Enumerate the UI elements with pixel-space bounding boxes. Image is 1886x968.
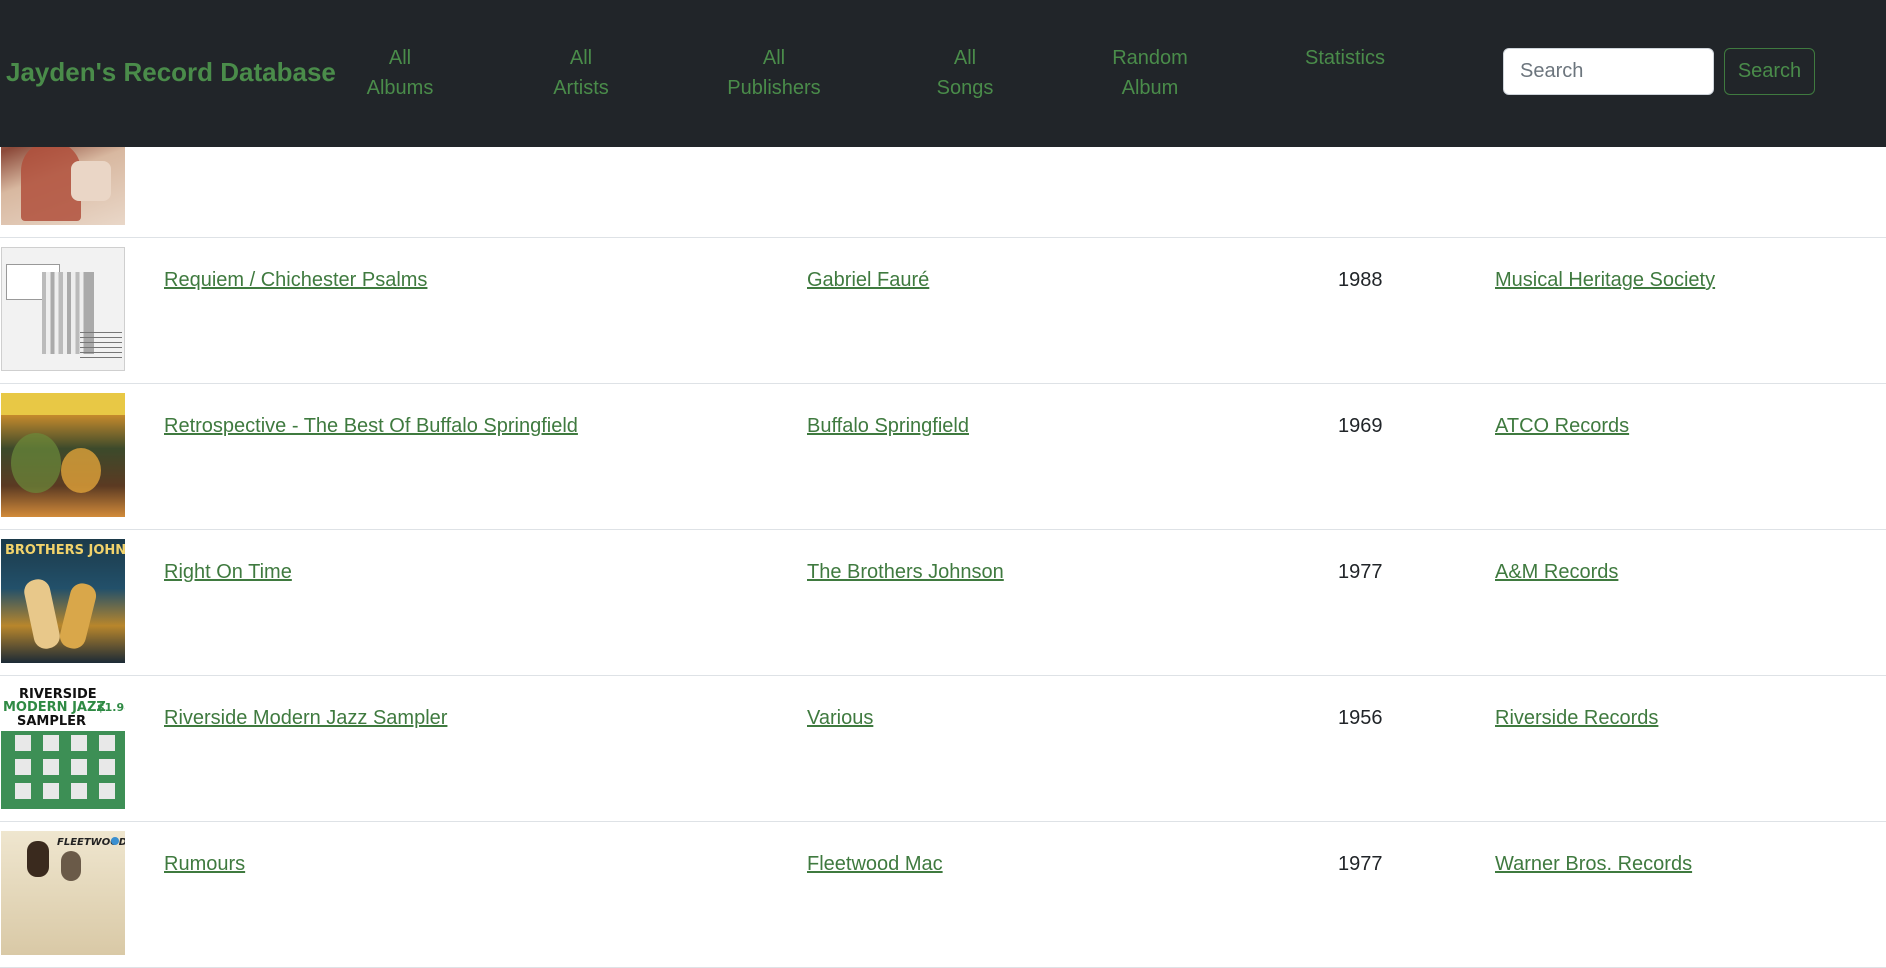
nav-statistics[interactable]: Statistics [1265, 43, 1425, 73]
nav-all-albums-line2: Albums [366, 77, 434, 99]
nav-random-album-line2: Album [1121, 77, 1179, 99]
album-publisher-link[interactable]: Warner Bros. Records [1495, 850, 1692, 878]
album-year: 1988 [1338, 269, 1383, 291]
table-row: FLEETWOOD MAC Rumours Fleetwood Mac 1977… [0, 822, 1886, 968]
album-year: 1977 [1338, 853, 1383, 875]
nav-all-albums-line1: All [388, 47, 412, 69]
album-title-link[interactable]: Retrospective - The Best Of Buffalo Spri… [164, 412, 578, 440]
albums-table: Requiem / Chichester Psalms Gabriel Faur… [0, 92, 1886, 968]
album-title-link[interactable]: Riverside Modern Jazz Sampler [164, 704, 447, 732]
album-artist-link[interactable]: Fleetwood Mac [807, 850, 943, 878]
album-year: 1956 [1338, 707, 1383, 729]
nav-all-artists-line1: All [569, 47, 593, 69]
nav-all-artists[interactable]: All Artists [501, 43, 661, 103]
album-cover[interactable]: FLEETWOOD MAC [1, 831, 125, 955]
album-title-link[interactable]: Right On Time [164, 558, 292, 586]
album-artist-link[interactable]: Gabriel Fauré [807, 266, 929, 294]
album-cover[interactable]: RIVERSIDE MODERN JAZZ SAMPLER $1.98 [1, 685, 125, 809]
search-button[interactable]: Search [1724, 48, 1815, 95]
table-row: Requiem / Chichester Psalms Gabriel Faur… [0, 238, 1886, 384]
album-publisher-link[interactable]: Musical Heritage Society [1495, 266, 1715, 294]
table-row: BROTHERS JOHNSON Right On Time The Broth… [0, 530, 1886, 676]
nav-all-artists-line2: Artists [553, 77, 609, 99]
nav-all-albums[interactable]: All Albums [320, 43, 480, 103]
album-publisher-link[interactable]: Riverside Records [1495, 704, 1658, 732]
nav-all-publishers-line1: All [762, 47, 786, 69]
album-artist-link[interactable]: The Brothers Johnson [807, 558, 1004, 586]
album-title-link[interactable]: Requiem / Chichester Psalms [164, 266, 427, 294]
album-artist-link[interactable]: Buffalo Springfield [807, 412, 969, 440]
brand-link[interactable]: Jayden's Record Database [6, 56, 336, 88]
album-year: 1977 [1338, 561, 1383, 583]
album-year: 1969 [1338, 415, 1383, 437]
nav-all-songs[interactable]: All Songs [885, 43, 1045, 103]
album-title-link[interactable]: Rumours [164, 850, 245, 878]
top-navbar: Jayden's Record Database All Albums All … [0, 0, 1886, 147]
nav-all-songs-line2: Songs [936, 77, 994, 99]
album-publisher-link[interactable]: ATCO Records [1495, 412, 1629, 440]
nav-statistics-line1: Statistics [1304, 47, 1386, 69]
album-cover[interactable] [1, 393, 125, 517]
nav-random-album-line1: Random [1112, 47, 1188, 69]
album-publisher-link[interactable]: A&M Records [1495, 558, 1618, 586]
search-input[interactable] [1503, 48, 1714, 95]
table-row: Retrospective - The Best Of Buffalo Spri… [0, 384, 1886, 530]
nav-all-songs-line1: All [953, 47, 977, 69]
nav-all-publishers-line2: Publishers [727, 77, 821, 99]
table-row: RIVERSIDE MODERN JAZZ SAMPLER $1.98 Rive… [0, 676, 1886, 822]
album-cover[interactable] [1, 247, 125, 371]
album-artist-link[interactable]: Various [807, 704, 873, 732]
album-cover[interactable]: BROTHERS JOHNSON [1, 539, 125, 663]
nav-random-album[interactable]: Random Album [1070, 43, 1230, 103]
nav-all-publishers[interactable]: All Publishers [694, 43, 854, 103]
